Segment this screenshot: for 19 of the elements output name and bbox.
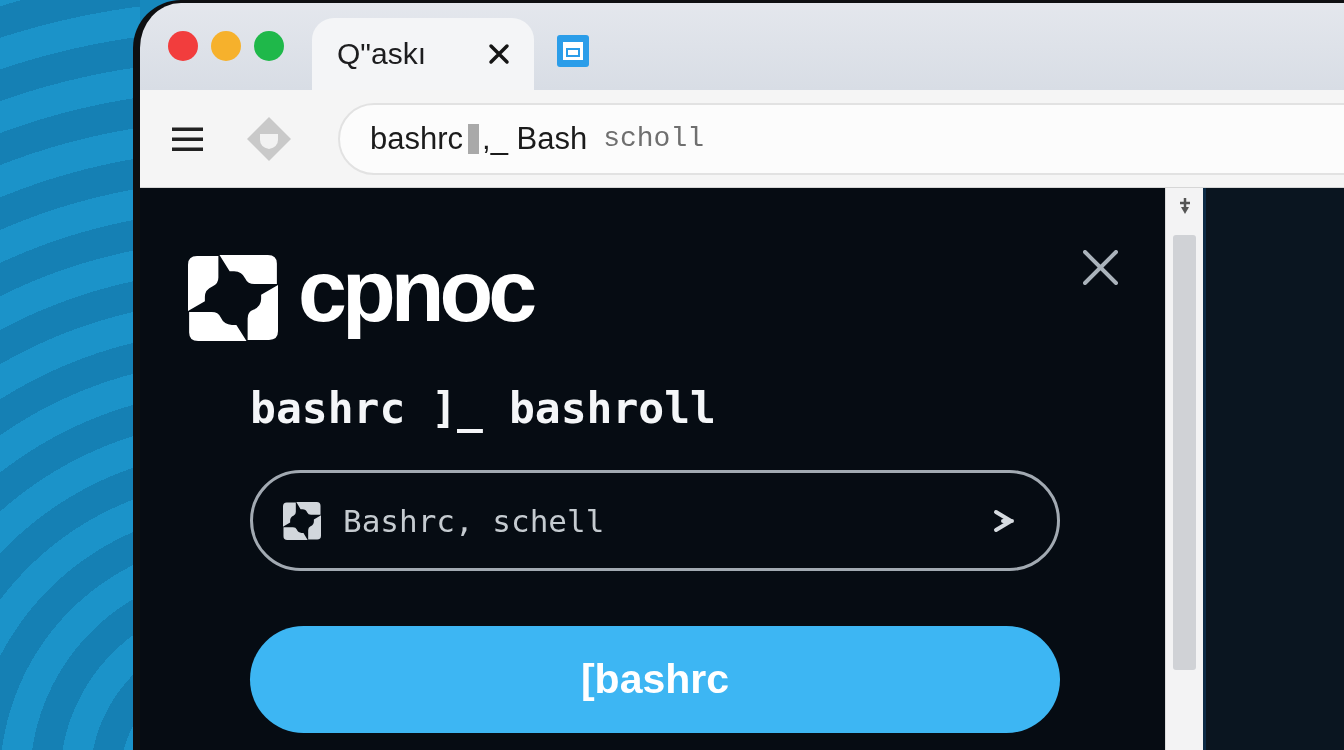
close-icon[interactable] [1083,250,1118,285]
logo-icon [188,255,278,341]
window-control-dot[interactable] [211,31,241,61]
window-control-dot[interactable] [168,31,198,61]
search-field[interactable]: Bashrc, schell [343,502,993,539]
panel-heading: bashrc ]_ bashroll [250,385,716,433]
window-control-dot[interactable] [254,31,284,61]
window-icon[interactable] [557,34,589,67]
address-field[interactable]: bashrc ,_ Bash scholl [338,102,1344,175]
chevron-icon[interactable] [993,508,1015,533]
browser-tab[interactable]: Q"askı [312,18,534,90]
search-bar[interactable]: Bashrc, schell [250,470,1060,572]
scrollbar-thumb[interactable] [1173,235,1196,670]
text-cursor-icon [468,123,480,154]
down-arrow-icon[interactable] [1177,198,1192,214]
close-icon[interactable] [488,43,510,65]
menu-icon[interactable] [172,125,203,152]
pinwheel-icon [283,501,321,540]
scrollbar[interactable] [1165,188,1203,750]
